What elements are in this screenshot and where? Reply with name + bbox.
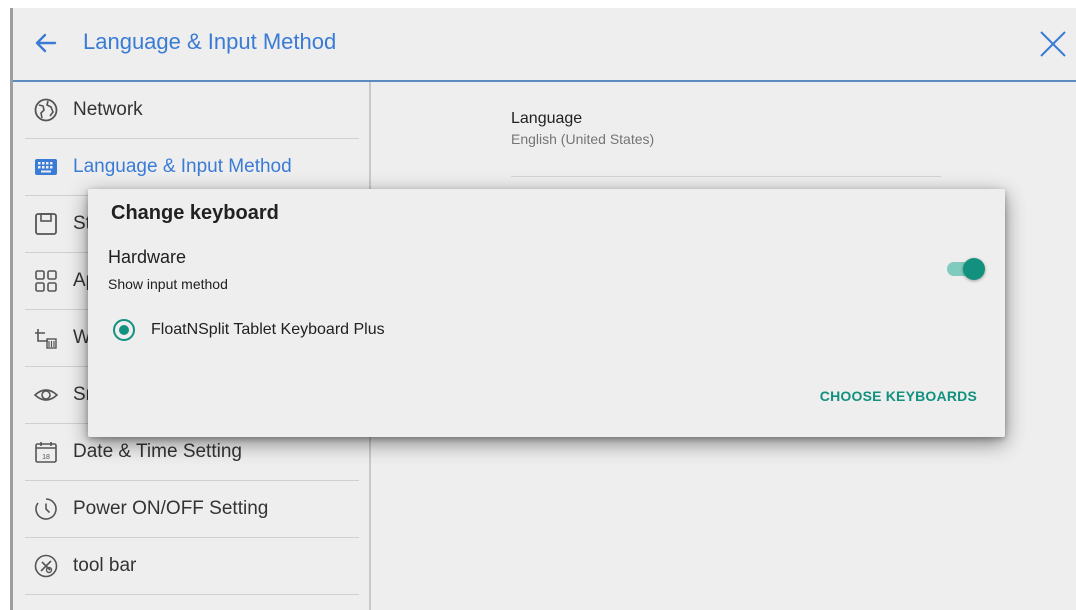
sidebar-item-label: Power ON/OFF Setting — [73, 498, 269, 519]
page-title: Language & Input Method — [83, 29, 337, 54]
sidebar-item-label: tool bar — [73, 555, 137, 576]
wallpaper-icon — [35, 329, 57, 349]
sidebar-item-network[interactable]: Network — [25, 82, 359, 139]
choose-keyboards-button[interactable]: CHOOSE KEYBOARDS — [820, 388, 977, 404]
toggle-thumb — [963, 258, 985, 280]
change-keyboard-dialog: Change keyboard Hardware Show input meth… — [88, 189, 1005, 437]
sidebar-item-power[interactable]: Power ON/OFF Setting — [25, 481, 359, 538]
toolbar-icon — [34, 554, 58, 578]
sidebar-item-label: Language & Input Method — [73, 156, 292, 177]
storage-icon — [35, 213, 57, 235]
sidebar-item-label: Date & Time Setting — [73, 441, 242, 462]
sidebar-item-language[interactable]: Language & Input Method — [25, 139, 359, 196]
keyboard-option-label: FloatNSplit Tablet Keyboard Plus — [151, 321, 385, 338]
language-setting[interactable]: Language English (United States) — [511, 110, 941, 177]
radio-selected-icon[interactable] — [112, 318, 136, 342]
sidebar-item-toolbar[interactable]: tool bar — [25, 538, 359, 595]
sidebar-item-label: Network — [73, 99, 143, 120]
hardware-subtitle: Show input method — [108, 276, 228, 292]
close-icon[interactable] — [1037, 28, 1069, 60]
header-bar: Language & Input Method — [13, 8, 1076, 82]
keyboard-option[interactable]: FloatNSplit Tablet Keyboard Plus — [112, 317, 385, 343]
calendar-icon: 18 — [35, 442, 57, 463]
timer-icon — [35, 498, 57, 520]
apps-icon — [35, 270, 57, 292]
language-title: Language — [511, 110, 583, 127]
dialog-title: Change keyboard — [111, 202, 279, 224]
globe-icon — [34, 98, 58, 122]
language-value: English (United States) — [511, 131, 655, 147]
show-input-method-toggle[interactable] — [945, 257, 985, 281]
hardware-title: Hardware — [108, 247, 187, 267]
keyboard-icon — [35, 159, 57, 175]
back-arrow-icon[interactable] — [33, 30, 59, 56]
svg-text:18: 18 — [42, 454, 50, 461]
eye-icon — [33, 389, 59, 401]
